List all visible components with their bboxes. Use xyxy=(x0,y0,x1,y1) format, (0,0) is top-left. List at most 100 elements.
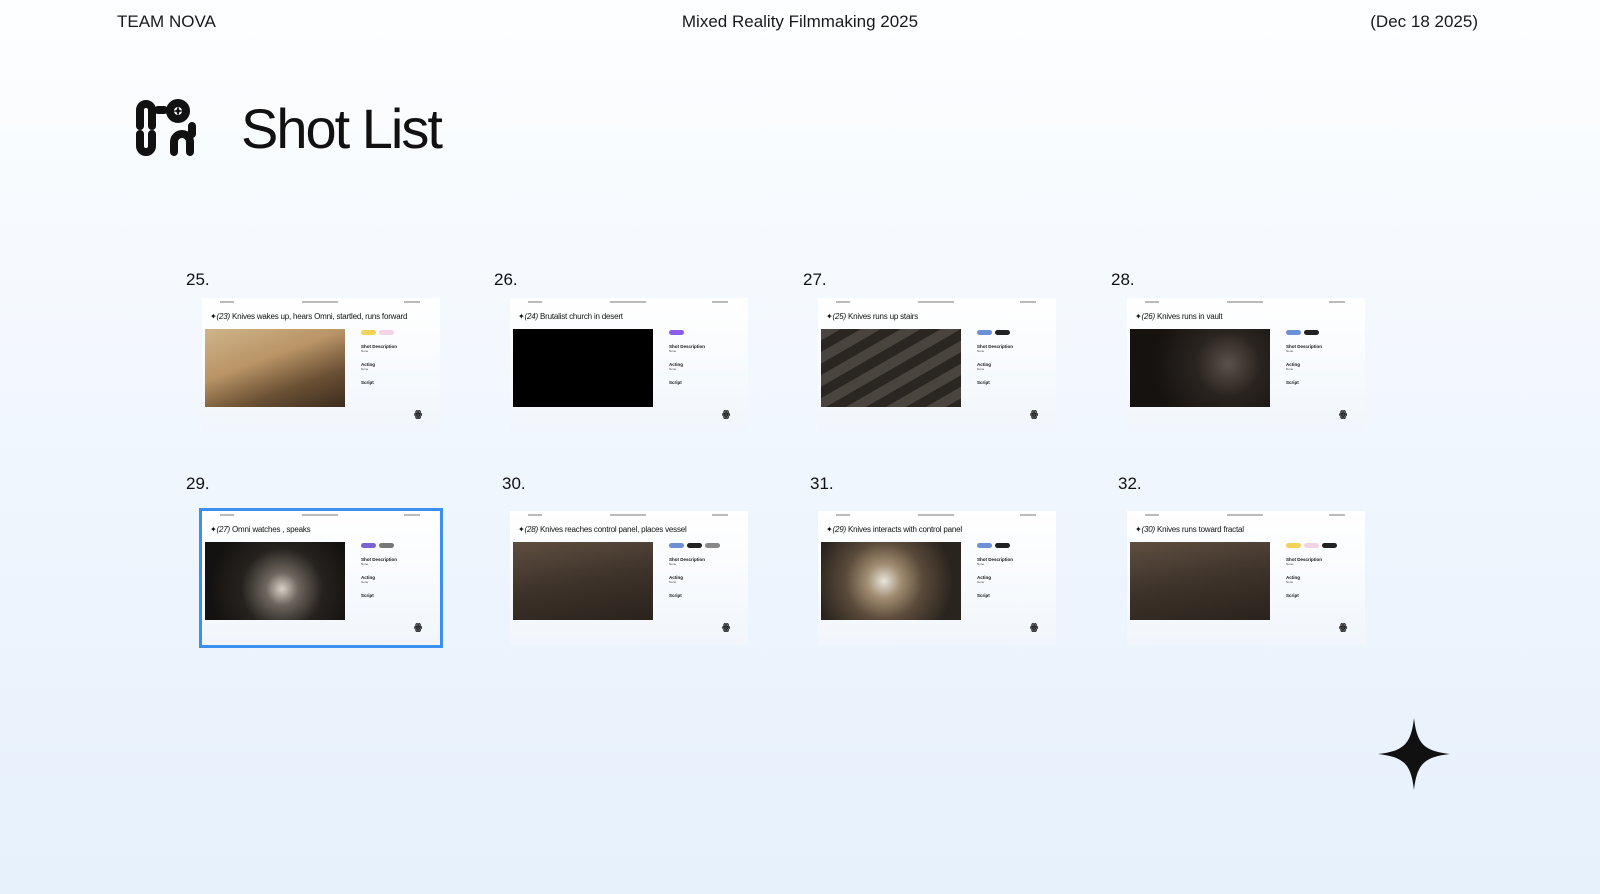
acting-value: None xyxy=(1286,580,1294,584)
slide-thumbnail[interactable]: ✦(26) Knives runs in vault Shot Descript… xyxy=(1127,298,1365,432)
slide-thumbnail[interactable]: ✦(29) Knives interacts with control pane… xyxy=(818,511,1056,645)
slide-title: ✦(23) Knives wakes up, hears Omni, start… xyxy=(210,312,408,321)
thumb-header-bar xyxy=(610,514,646,516)
thumb-header-bar xyxy=(1020,514,1036,516)
thumb-header-bar xyxy=(918,514,954,516)
thumb-header-bar xyxy=(528,514,542,516)
script-label: Script xyxy=(1286,380,1299,385)
tag-badge xyxy=(705,543,720,548)
page-title: Shot List xyxy=(241,97,443,160)
sparkle-icon xyxy=(1378,718,1450,790)
tag-badge xyxy=(379,543,394,548)
tag-badge xyxy=(1322,543,1337,548)
shot-description-value: None xyxy=(669,562,677,566)
script-label: Script xyxy=(669,593,682,598)
shot-description-value: None xyxy=(1286,562,1294,566)
shot-description-value: None xyxy=(361,349,369,353)
tag-badge xyxy=(379,330,394,335)
slide-number: 30. xyxy=(502,474,526,493)
tag-badge xyxy=(1304,330,1319,335)
tag-badge xyxy=(669,330,684,335)
thumb-header-bar xyxy=(712,514,728,516)
slide-thumbnail[interactable]: ✦(23) Knives wakes up, hears Omni, start… xyxy=(202,298,440,432)
date-label: (Dec 18 2025) xyxy=(1370,12,1478,31)
thumb-header-bar xyxy=(404,514,420,516)
slide-title: ✦(29) Knives interacts with control pane… xyxy=(826,525,962,534)
slide-number: 25. xyxy=(186,270,210,289)
thumb-header-bar xyxy=(836,514,850,516)
mini-logo-icon: ꙮ xyxy=(1339,622,1347,632)
nova-logo-icon xyxy=(136,99,196,156)
slide-title: ✦(24) Brutalist church in desert xyxy=(518,312,623,321)
slide-title: ✦(28) Knives reaches control panel, plac… xyxy=(518,525,687,534)
slide-number: 29. xyxy=(186,474,210,493)
shot-description-value: None xyxy=(1286,349,1294,353)
slide-number: 32. xyxy=(1118,474,1142,493)
thumb-header-bar xyxy=(302,514,338,516)
shot-image xyxy=(513,542,653,620)
tag-badge xyxy=(977,543,992,548)
slide-number: 31. xyxy=(810,474,834,493)
script-label: Script xyxy=(977,380,990,385)
thumb-header-bar xyxy=(220,514,234,516)
shot-description-value: None xyxy=(361,562,369,566)
thumb-header-bar xyxy=(1145,514,1159,516)
shot-image xyxy=(821,542,961,620)
thumb-header-bar xyxy=(712,301,728,303)
thumb-header-bar xyxy=(302,301,338,303)
script-label: Script xyxy=(977,593,990,598)
slide-title: ✦(30) Knives runs toward fractal xyxy=(1135,525,1244,534)
thumb-header-bar xyxy=(404,301,420,303)
shot-description-value: None xyxy=(977,349,985,353)
mini-logo-icon: ꙮ xyxy=(1339,409,1347,419)
tag-badge xyxy=(995,330,1010,335)
mini-logo-icon: ꙮ xyxy=(414,409,422,419)
acting-value: None xyxy=(1286,367,1294,371)
slide-number: 27. xyxy=(803,270,827,289)
tag-badge xyxy=(1286,330,1301,335)
tag-badge xyxy=(361,543,376,548)
thumb-header-bar xyxy=(1145,301,1159,303)
mini-logo-icon: ꙮ xyxy=(722,622,730,632)
shot-image xyxy=(1130,329,1270,407)
acting-value: None xyxy=(977,580,985,584)
shot-image xyxy=(205,329,345,407)
thumb-header-bar xyxy=(1329,514,1345,516)
tag-badge xyxy=(361,330,376,335)
shot-image xyxy=(821,329,961,407)
thumb-header-bar xyxy=(1329,301,1345,303)
script-label: Script xyxy=(1286,593,1299,598)
thumb-header-bar xyxy=(528,301,542,303)
slide-thumbnail[interactable]: ✦(28) Knives reaches control panel, plac… xyxy=(510,511,748,645)
acting-value: None xyxy=(669,367,677,371)
slide-thumbnail[interactable]: ✦(27) Omni watches , speaks Shot Descrip… xyxy=(199,508,443,648)
thumb-header-bar xyxy=(220,301,234,303)
slide-number: 26. xyxy=(494,270,518,289)
tag-badge xyxy=(687,543,702,548)
mini-logo-icon: ꙮ xyxy=(1030,409,1038,419)
thumb-header-bar xyxy=(1227,301,1263,303)
mini-logo-icon: ꙮ xyxy=(1030,622,1038,632)
slide-thumbnail[interactable]: ✦(30) Knives runs toward fractal Shot De… xyxy=(1127,511,1365,645)
slide-number: 28. xyxy=(1111,270,1135,289)
mini-logo-icon: ꙮ xyxy=(414,622,422,632)
slide-title: ✦(27) Omni watches , speaks xyxy=(210,525,311,534)
tag-badge xyxy=(977,330,992,335)
acting-value: None xyxy=(669,580,677,584)
thumb-header-bar xyxy=(610,301,646,303)
slide-thumbnail[interactable]: ✦(24) Brutalist church in desert Shot De… xyxy=(510,298,748,432)
tag-badge xyxy=(669,543,684,548)
script-label: Script xyxy=(669,380,682,385)
script-label: Script xyxy=(361,593,374,598)
tag-badge xyxy=(1304,543,1319,548)
thumb-header-bar xyxy=(836,301,850,303)
thumb-header-bar xyxy=(918,301,954,303)
acting-value: None xyxy=(361,580,369,584)
shot-image xyxy=(513,329,653,407)
mini-logo-icon: ꙮ xyxy=(722,409,730,419)
thumb-header-bar xyxy=(1227,514,1263,516)
shot-description-value: None xyxy=(977,562,985,566)
acting-value: None xyxy=(977,367,985,371)
shot-description-value: None xyxy=(669,349,677,353)
slide-thumbnail[interactable]: ✦(25) Knives runs up stairs Shot Descrip… xyxy=(818,298,1056,432)
